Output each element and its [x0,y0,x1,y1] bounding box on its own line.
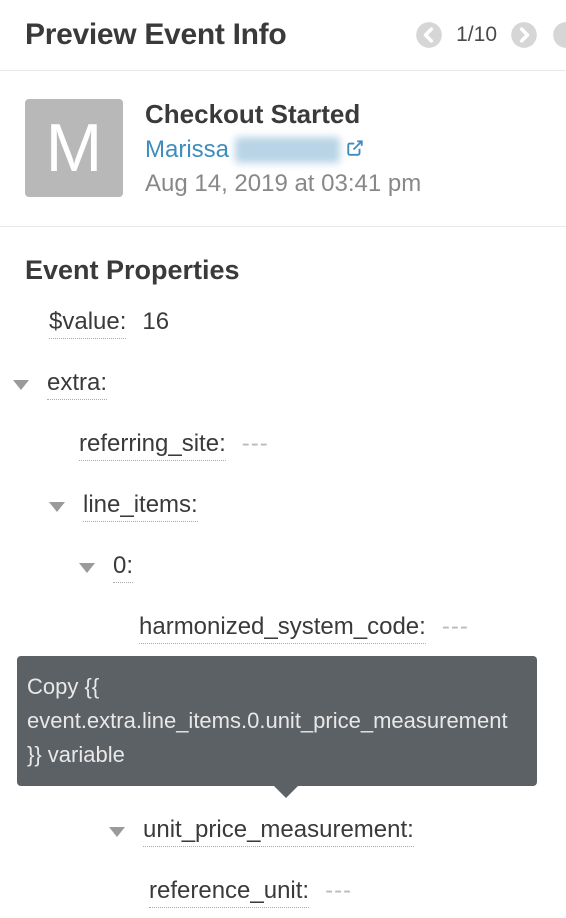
caret-down-icon [79,563,95,573]
event-summary: M Checkout Started Marissa Aug 14, 2019 … [0,71,566,227]
user-link[interactable]: Marissa [145,136,229,164]
prop-key-line-items: line_items: [83,491,198,522]
prev-button[interactable] [414,20,444,50]
circle-icon [552,21,566,49]
properties-title: Event Properties [25,255,541,286]
user-line: Marissa [145,136,421,164]
prop-key-upm: unit_price_measurement: [143,816,414,847]
event-timestamp: Aug 14, 2019 at 03:41 pm [145,170,421,198]
prop-line-items[interactable]: line_items: [25,491,541,522]
prop-key-hsc[interactable]: harmonized_system_code: [139,613,426,644]
prop-val-ref-unit: --- [325,877,352,905]
chevron-left-icon [415,21,443,49]
caret-down-icon [49,502,65,512]
prop-reference-unit: reference_unit: --- [25,877,541,908]
tooltip: Copy {{ event.extra.line_items.0.unit_pr… [17,656,541,786]
user-lastname-redacted [235,137,340,163]
external-link-icon[interactable] [346,136,364,164]
tooltip-content[interactable]: Copy {{ event.extra.line_items.0.unit_pr… [17,656,537,786]
prop-key-extra: extra: [47,369,107,400]
prop-value: $value: 16 [25,308,541,339]
event-meta: Checkout Started Marissa Aug 14, 2019 at… [145,99,421,198]
prop-upm[interactable]: unit_price_measurement: [25,816,541,847]
prop-key-0: 0: [113,552,133,583]
tooltip-arrow [272,784,300,798]
page-title: Preview Event Info [25,18,286,52]
prop-extra[interactable]: extra: [13,369,541,400]
header: Preview Event Info 1/10 [0,0,566,71]
prop-val-hsc: --- [442,613,469,641]
prop-key-value[interactable]: $value: [49,308,126,339]
prop-key-ref-unit[interactable]: reference_unit: [149,877,309,908]
event-name: Checkout Started [145,99,421,130]
extra-button[interactable] [551,20,566,50]
prop-hsc: harmonized_system_code: --- [25,613,541,644]
prop-val-value: 16 [142,308,169,336]
caret-down-icon [13,380,29,390]
event-properties: Event Properties $value: 16 extra: refer… [0,227,566,908]
pager-count: 1/10 [456,23,497,47]
avatar: M [25,99,123,197]
chevron-right-icon [510,21,538,49]
prop-index-0[interactable]: 0: [25,552,541,583]
prop-key-referring-site[interactable]: referring_site: [79,430,226,461]
prop-val-referring-site: --- [242,430,269,458]
prop-referring-site: referring_site: --- [25,430,541,461]
pager: 1/10 [414,20,566,50]
caret-down-icon [109,827,125,837]
next-button[interactable] [509,20,539,50]
